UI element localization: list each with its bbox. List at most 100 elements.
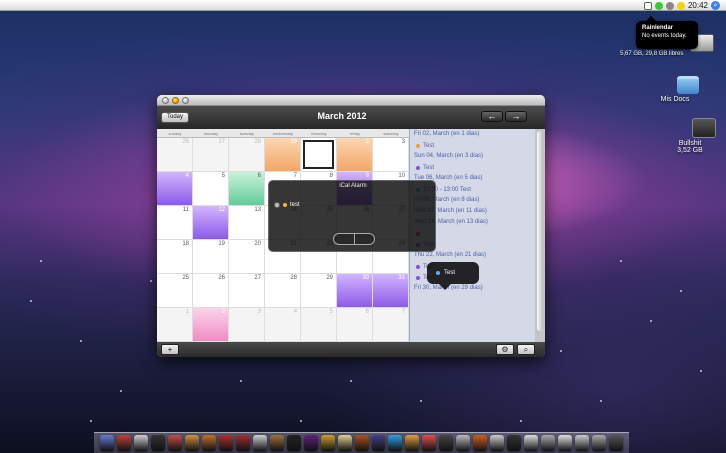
day-cell[interactable]: 29 [301, 274, 337, 308]
day-number: 5 [329, 309, 333, 315]
dock-app-icon[interactable] [269, 435, 284, 451]
desktop-icon-size: 3,52 GB [677, 147, 703, 154]
day-number: 29 [326, 275, 333, 281]
dock-app-icon[interactable] [456, 435, 471, 451]
dock-app-icon[interactable] [167, 435, 182, 451]
day-cell[interactable]: 3 [229, 308, 265, 342]
scroll-thumb[interactable] [537, 131, 543, 331]
dock-app-icon[interactable] [235, 435, 250, 451]
close-button[interactable] [162, 97, 169, 104]
day-cell[interactable] [301, 138, 337, 172]
dock-app-icon[interactable] [201, 435, 216, 451]
dock-app-icon[interactable] [184, 435, 199, 451]
dock-app-icon[interactable] [218, 435, 233, 451]
day-number: 25 [182, 275, 189, 281]
dock-app-icon[interactable] [558, 435, 573, 451]
dock-app-icon[interactable] [473, 435, 488, 451]
dock-app-icon[interactable] [388, 435, 403, 451]
search-icon[interactable]: ⌕ [517, 344, 535, 355]
event-list-item[interactable]: Test [410, 140, 535, 151]
day-cell[interactable]: 6 [229, 172, 265, 206]
calendar-menulet-icon[interactable] [643, 1, 652, 10]
event-color-dot [416, 275, 420, 280]
day-cell[interactable]: 26 [193, 274, 229, 308]
day-number: 3 [401, 139, 405, 145]
event-title: Test [423, 142, 435, 149]
day-cell[interactable]: 19 [193, 240, 229, 274]
dock-app-icon[interactable] [609, 435, 624, 451]
event-list-item[interactable]: Test [410, 162, 535, 173]
dismiss-icon[interactable] [274, 202, 280, 208]
day-cell[interactable]: 29 [265, 138, 301, 172]
status-grey-icon[interactable] [665, 1, 674, 10]
zoom-button[interactable] [182, 97, 189, 104]
dock-app-icon[interactable] [303, 435, 318, 451]
dock-app-icon[interactable] [337, 435, 352, 451]
dock-app-icon[interactable] [490, 435, 505, 451]
day-cell[interactable]: 3 [373, 138, 409, 172]
day-cell[interactable]: 7 [373, 308, 409, 342]
day-cell[interactable]: 4 [265, 308, 301, 342]
status-green-icon[interactable] [654, 1, 663, 10]
day-number: 13 [254, 207, 261, 213]
day-cell[interactable]: 11 [157, 206, 193, 240]
day-number: 27 [254, 275, 261, 281]
next-month-button[interactable]: → [505, 111, 527, 122]
day-cell[interactable]: 2 [337, 138, 373, 172]
dock-app-icon[interactable] [405, 435, 420, 451]
dock-app-icon[interactable] [116, 435, 131, 451]
previous-month-button[interactable]: ← [481, 111, 503, 122]
dock-app-icon[interactable] [507, 435, 522, 451]
alarm-item[interactable]: test [274, 202, 300, 208]
dock-app-icon[interactable] [371, 435, 386, 451]
alarm-action-buttons[interactable] [333, 233, 375, 245]
dock-app-icon[interactable] [541, 435, 556, 451]
dock-app-icon[interactable] [133, 435, 148, 451]
day-cell[interactable]: 30 [337, 274, 373, 308]
day-cell[interactable]: 1 [157, 308, 193, 342]
weekday-label: friday [350, 131, 360, 136]
event-list-scrollbar[interactable] [535, 129, 545, 342]
day-cell[interactable]: 6 [337, 308, 373, 342]
day-cell[interactable]: 12 [193, 206, 229, 240]
day-cell[interactable]: 28 [229, 138, 265, 172]
day-cell[interactable]: 31 [373, 274, 409, 308]
day-cell[interactable]: 27 [229, 274, 265, 308]
event-title: Test [423, 164, 435, 171]
dock-app-icon[interactable] [150, 435, 165, 451]
dock-app-icon[interactable] [286, 435, 301, 451]
dock-app-icon[interactable] [320, 435, 335, 451]
desktop-icon-mis-docs[interactable]: Mis Docs [655, 76, 699, 103]
window-titlebar[interactable] [157, 95, 545, 106]
day-cell[interactable]: 5 [301, 308, 337, 342]
day-cell[interactable]: 27 [193, 138, 229, 172]
day-cell[interactable]: 20 [229, 240, 265, 274]
day-cell[interactable]: 2 [193, 308, 229, 342]
spotlight-icon[interactable]: ⌕ [711, 1, 720, 10]
dock-app-icon[interactable] [354, 435, 369, 451]
dock-app-icon[interactable] [439, 435, 454, 451]
day-number: 27 [218, 139, 225, 145]
day-cell[interactable]: 5 [193, 172, 229, 206]
desktop-icon-bullshit[interactable]: Bullshit 3,52 GB [660, 118, 720, 154]
day-cell[interactable]: 4 [157, 172, 193, 206]
dock-app-icon[interactable] [575, 435, 590, 451]
today-button[interactable]: Today [161, 112, 189, 123]
day-cell[interactable]: 18 [157, 240, 193, 274]
add-event-button[interactable]: + [161, 344, 179, 355]
settings-gear-icon[interactable]: ⚙ [496, 344, 514, 355]
day-cell[interactable]: 28 [265, 274, 301, 308]
dock-app-icon[interactable] [252, 435, 267, 451]
dock-app-icon[interactable] [422, 435, 437, 451]
day-cell[interactable]: 25 [157, 274, 193, 308]
dock-app-icon[interactable] [592, 435, 607, 451]
day-number: 12 [218, 207, 225, 213]
calendar-toolbar: Today March 2012 ← → [157, 106, 545, 129]
day-cell[interactable]: 26 [157, 138, 193, 172]
minimize-button[interactable] [172, 97, 179, 104]
dock-app-icon[interactable] [524, 435, 539, 451]
status-yellow-icon[interactable] [676, 1, 685, 10]
dock-app-icon[interactable] [100, 435, 114, 451]
day-cell[interactable]: 13 [229, 206, 265, 240]
menu-clock[interactable]: 20:42 [688, 1, 708, 10]
